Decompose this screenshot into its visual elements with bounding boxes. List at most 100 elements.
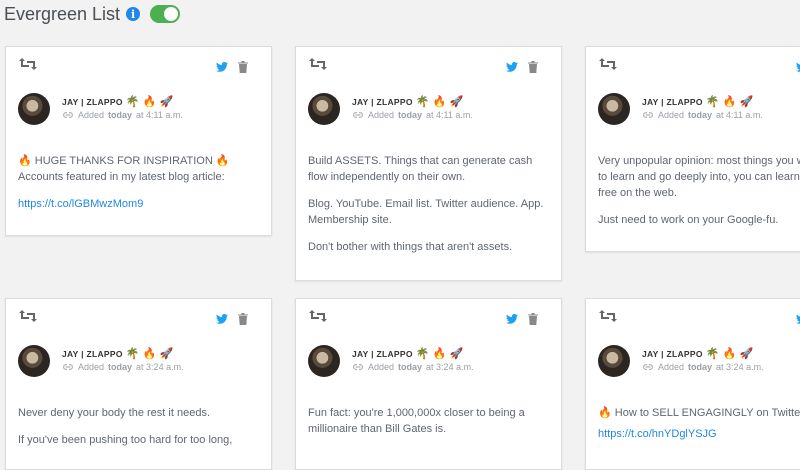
added-prefix: Added [78, 110, 105, 120]
author-name[interactable]: JAY | ZLAPPO [62, 97, 123, 107]
avatar[interactable] [18, 345, 50, 377]
tweet-line: Accounts featured in my latest blog arti… [18, 171, 225, 183]
emoji: 🚀 [449, 347, 464, 360]
retweet-icon[interactable] [308, 57, 328, 71]
evergreen-toggle[interactable] [150, 5, 181, 23]
added-time: at 4:11 a.m. [136, 110, 183, 120]
link-icon [63, 112, 73, 118]
avatar[interactable] [598, 345, 630, 377]
emoji: 🌴 [705, 347, 720, 360]
added-time: at 3:24 a.m. [426, 362, 474, 372]
added-time: at 4:11 a.m. [716, 110, 763, 120]
emoji: 🔥 [722, 95, 737, 108]
tweet-link[interactable]: https://t.co/hnYDglYSJG [598, 428, 717, 440]
tweet-paragraph: Very unpopular opinion: most things you … [598, 155, 800, 199]
tweet-text: Fun fact: you're 1,000,000x closer to be… [308, 405, 551, 448]
avatar[interactable] [18, 93, 50, 125]
added-meta: Added today at 3:24 a.m. [642, 362, 764, 372]
author-name[interactable]: JAY | ZLAPPO [642, 97, 703, 107]
added-time: at 3:24 a.m. [716, 362, 764, 372]
added-prefix: Added [368, 362, 395, 372]
trash-icon[interactable] [528, 61, 538, 73]
added-prefix: Added [78, 362, 105, 372]
author-name[interactable]: JAY | ZLAPPO [62, 349, 123, 359]
emoji: 🚀 [449, 95, 464, 108]
tweet-link[interactable]: https://t.co/lGBMwzMom9 [18, 198, 143, 210]
added-meta: Added today at 4:11 a.m. [352, 110, 473, 120]
link-icon [643, 364, 653, 370]
added-day: today [688, 362, 713, 372]
emoji: 🌴 [125, 347, 140, 360]
page-title: Evergreen List [4, 3, 121, 24]
toggle-knob [164, 7, 179, 21]
added-meta: Added today at 3:24 a.m. [352, 362, 474, 372]
trash-icon[interactable] [238, 61, 248, 73]
link-icon [353, 364, 363, 370]
tweet-card: JAY | ZLAPPO 🌴 🔥 🚀 Added today at 4:11 a… [5, 46, 272, 236]
tweet-line: 🔥 HUGE THANKS FOR INSPIRATION 🔥 [18, 155, 230, 167]
twitter-icon[interactable] [506, 62, 518, 72]
retweet-icon[interactable] [598, 309, 618, 323]
tweet-card: JAY | ZLAPPO 🌴 🔥 🚀 Added today at 4:11 a… [585, 46, 800, 252]
added-day: today [398, 362, 423, 372]
twitter-icon[interactable] [216, 62, 228, 72]
author-name[interactable]: JAY | ZLAPPO [352, 349, 413, 359]
retweet-icon[interactable] [18, 309, 38, 323]
emoji: 🔥 [432, 347, 447, 360]
retweet-icon[interactable] [598, 57, 618, 71]
tweet-text: Build ASSETS. Things that can generate c… [308, 153, 551, 266]
tweet-paragraph: Just need to work on your Google-fu. [598, 214, 779, 226]
tweet-line: 🔥 How to SELL ENGAGINGLY on Twitter [598, 407, 800, 419]
tweet-paragraph: If you've been pushing too hard for too … [18, 434, 233, 446]
emoji: 🔥 [142, 347, 157, 360]
added-prefix: Added [368, 110, 395, 120]
tweet-paragraph: Never deny your body the rest it needs. [18, 407, 210, 419]
twitter-icon[interactable] [796, 62, 800, 72]
added-day: today [108, 362, 133, 372]
emoji: 🚀 [739, 347, 754, 360]
author-line: JAY | ZLAPPO 🌴 🔥 🚀 [352, 347, 464, 360]
tweet-paragraph: Don't bother with things that aren't ass… [308, 241, 513, 253]
avatar[interactable] [308, 93, 340, 125]
emoji: 🔥 [142, 95, 157, 108]
tweet-paragraph: Blog. YouTube. Email list. Twitter audie… [308, 198, 544, 226]
trash-icon[interactable] [238, 313, 248, 325]
added-meta: Added today at 3:24 a.m. [62, 362, 184, 372]
author-line: JAY | ZLAPPO 🌴 🔥 🚀 [62, 95, 174, 108]
link-icon [353, 112, 363, 118]
author-line: JAY | ZLAPPO 🌴 🔥 🚀 [642, 347, 754, 360]
twitter-icon[interactable] [506, 314, 518, 324]
tweet-card: JAY | ZLAPPO 🌴 🔥 🚀 Added today at 3:24 a… [295, 298, 562, 470]
author-name[interactable]: JAY | ZLAPPO [352, 97, 413, 107]
added-meta: Added today at 4:11 a.m. [642, 110, 763, 120]
added-day: today [108, 110, 133, 120]
link-icon [643, 112, 653, 118]
link-icon [63, 364, 73, 370]
tweet-text: 🔥 How to SELL ENGAGINGLY on Twitter http… [598, 405, 800, 442]
retweet-icon[interactable] [18, 57, 38, 71]
emoji: 🌴 [415, 95, 430, 108]
tweet-text: Very unpopular opinion: most things you … [598, 153, 800, 239]
avatar[interactable] [598, 93, 630, 125]
added-prefix: Added [658, 110, 685, 120]
avatar[interactable] [308, 345, 340, 377]
info-icon[interactable]: i [126, 7, 141, 21]
tweet-text: Never deny your body the rest it needs. … [18, 405, 261, 459]
evergreen-header: Evergreen List i [4, 0, 181, 28]
retweet-icon[interactable] [308, 309, 328, 323]
emoji: 🔥 [432, 95, 447, 108]
added-day: today [398, 110, 423, 120]
author-line: JAY | ZLAPPO 🌴 🔥 🚀 [352, 95, 464, 108]
tweet-paragraph: Fun fact: you're 1,000,000x closer to be… [308, 407, 525, 435]
twitter-icon[interactable] [216, 314, 228, 324]
emoji: 🔥 [722, 347, 737, 360]
author-name[interactable]: JAY | ZLAPPO [642, 349, 703, 359]
tweet-card: JAY | ZLAPPO 🌴 🔥 🚀 Added today at 3:24 a… [5, 298, 272, 470]
added-meta: Added today at 4:11 a.m. [62, 110, 183, 120]
author-line: JAY | ZLAPPO 🌴 🔥 🚀 [642, 95, 754, 108]
emoji: 🚀 [159, 347, 174, 360]
trash-icon[interactable] [528, 313, 538, 325]
tweet-card: JAY | ZLAPPO 🌴 🔥 🚀 Added today at 3:24 a… [585, 298, 800, 470]
emoji: 🌴 [125, 95, 140, 108]
twitter-icon[interactable] [796, 314, 800, 324]
